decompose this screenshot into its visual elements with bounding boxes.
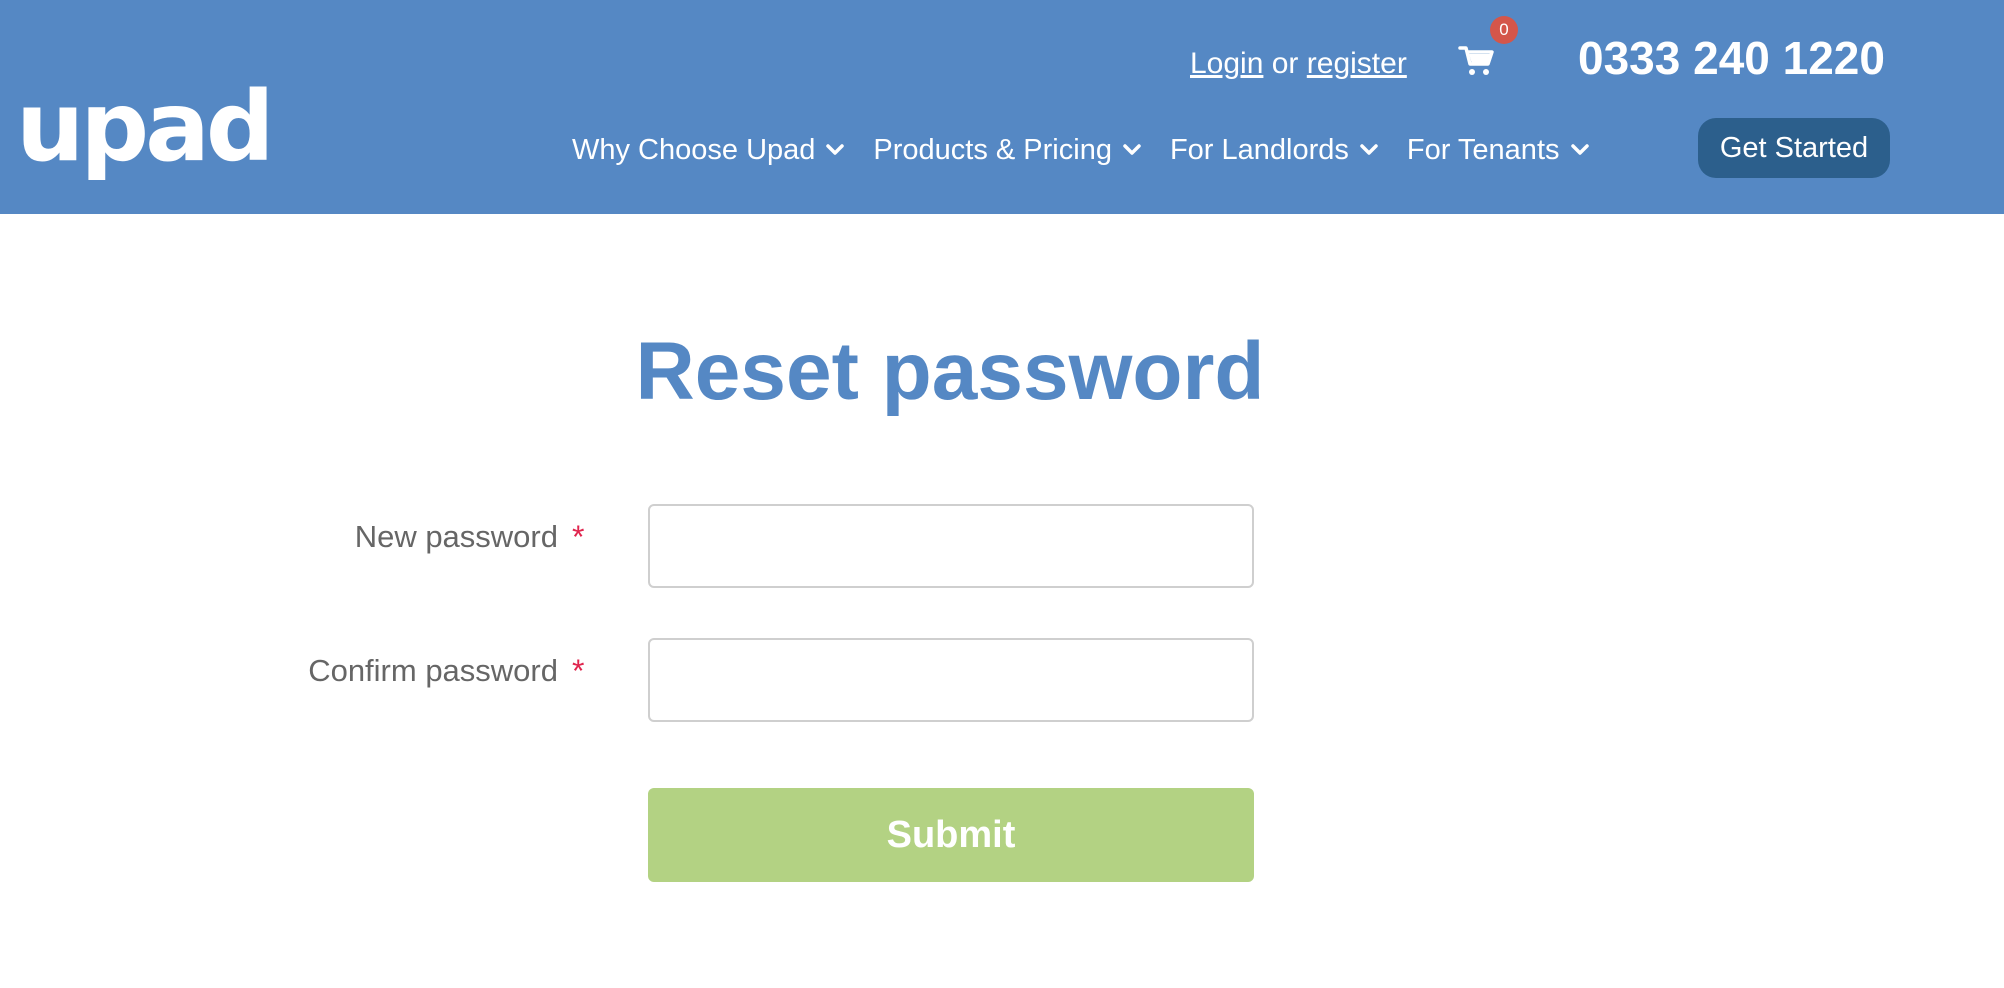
site-header: upad Login or register 0 0333 240 1220 W… (0, 0, 2004, 214)
nav-for-tenants[interactable]: For Tenants (1407, 130, 1590, 170)
get-started-button[interactable]: Get Started (1698, 118, 1890, 178)
chevron-down-icon (826, 144, 845, 155)
chevron-down-icon (1123, 144, 1141, 155)
required-marker: * (572, 653, 585, 689)
nav-item-label: Products & Pricing (873, 134, 1112, 166)
auth-separator: or (1271, 47, 1299, 80)
nav-item-label: Why Choose Upad (572, 134, 816, 166)
logo-text: upad (16, 71, 275, 183)
main-nav: Why Choose Upad Products & Pricing For L… (572, 130, 1618, 170)
nav-item-label: For Tenants (1406, 134, 1560, 166)
new-password-input[interactable] (650, 506, 1252, 586)
new-password-field[interactable] (648, 504, 1254, 588)
phone-number[interactable]: 0333 240 1220 (1578, 30, 1885, 86)
page-title: Reset password (635, 326, 1265, 417)
cart-icon-graphic (1458, 46, 1494, 75)
login-link[interactable]: Login (1190, 47, 1263, 80)
confirm-password-label: Confirm password (308, 653, 558, 688)
new-password-label: New password (354, 519, 558, 554)
confirm-password-input[interactable] (650, 640, 1252, 720)
register-link[interactable]: register (1307, 47, 1407, 80)
auth-links: Login or register (1190, 44, 1407, 84)
submit-button[interactable]: Submit (648, 788, 1254, 882)
nav-products-pricing[interactable]: Products & Pricing (873, 130, 1142, 170)
nav-why-choose-upad[interactable]: Why Choose Upad (572, 130, 845, 170)
confirm-password-field[interactable] (648, 638, 1254, 722)
cart-count-badge: 0 (1490, 16, 1518, 44)
chevron-down-icon (1570, 144, 1589, 155)
upad-logo[interactable]: upad (16, 71, 275, 183)
nav-item-label: For Landlords (1169, 134, 1349, 166)
required-marker: * (572, 519, 585, 555)
chevron-down-icon (1360, 144, 1378, 155)
cart-icon[interactable] (1458, 42, 1494, 78)
nav-for-landlords[interactable]: For Landlords (1170, 130, 1379, 170)
